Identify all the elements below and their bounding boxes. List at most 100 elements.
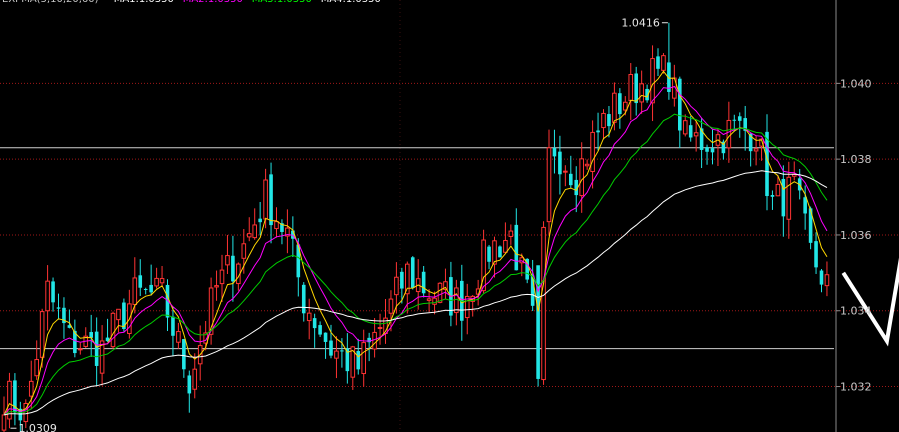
candle-body-up (824, 274, 830, 287)
y-tick-label: 1.032 (840, 381, 872, 394)
candle-body-down (607, 114, 611, 127)
candle-body-up (225, 255, 230, 266)
candle-body-up (503, 240, 508, 253)
candle-body-down (410, 257, 415, 288)
candle-body-up (726, 119, 732, 149)
legend-entry: MA3:1.0350 (252, 0, 312, 5)
candle-body-up (661, 55, 666, 71)
candle-body-down (312, 318, 317, 329)
candle-body-up (437, 282, 443, 303)
candle-body-down (678, 78, 682, 131)
candle-body-up (426, 298, 432, 301)
candle-body-up (192, 368, 198, 390)
candle-body-up (786, 176, 792, 220)
candle-body-down (94, 331, 99, 366)
candle-body-up (159, 278, 165, 284)
candle-body-down (656, 56, 660, 69)
candle-body-down (89, 332, 93, 338)
candle-body-up (590, 131, 595, 173)
y-tick-label: 1.034 (840, 305, 872, 318)
candle-body-down (329, 340, 333, 356)
candle-body-down (705, 147, 709, 152)
y-tick-label: 1.038 (840, 153, 872, 166)
candle-body-up (541, 226, 546, 381)
candle-body-down (558, 151, 562, 175)
candle-body-down (171, 316, 175, 336)
candle-body-down (536, 265, 540, 379)
candle-body-up (432, 297, 437, 305)
candle-body-up (682, 120, 688, 135)
candle-body-up (39, 311, 45, 358)
candle-body-up (252, 224, 257, 239)
candle-body-up (154, 277, 159, 287)
candle-body-up (377, 326, 383, 329)
candle-body-up (508, 230, 514, 237)
candle-body-up (639, 83, 644, 103)
candle-body-down (356, 351, 361, 370)
candle-body-up (241, 243, 247, 259)
candle-body-up (306, 312, 312, 322)
legend-entry: EXPMA(5,10,20,60) (2, 0, 99, 5)
candle-body-up (601, 112, 606, 129)
candle-body-down (618, 93, 622, 115)
candle-body-down (765, 131, 769, 197)
candle-body-up (492, 240, 497, 265)
candle-body-down (51, 281, 55, 303)
candle-body-up (361, 342, 366, 375)
candle-body-up (650, 58, 655, 104)
candle-body-up (116, 308, 121, 321)
candle-body-up (219, 269, 225, 285)
candle-body-down (301, 284, 306, 314)
candle-body-down (596, 130, 600, 133)
candle-body-up (45, 280, 50, 312)
candle-body-up (623, 101, 628, 111)
candle-body-up (546, 147, 552, 223)
candle-body-down (400, 271, 404, 289)
candle-body-down (138, 275, 143, 288)
y-tick-label: 1.036 (840, 229, 872, 242)
candle-body-up (34, 359, 40, 377)
candle-body-up (274, 221, 279, 230)
candle-body-down (323, 332, 328, 342)
annotation-low: 1.0309 (18, 422, 57, 432)
candle-body-down (770, 195, 775, 197)
candle-body-up (753, 148, 759, 152)
candle-body-up (246, 233, 252, 238)
candle-body-up (372, 331, 377, 350)
candle-body-down (487, 246, 491, 262)
candlestick-chart: 1.032 1.034 1.036 1.038 1.040 1.0416 1.0309 E… (0, 0, 899, 432)
candle-body-up (263, 179, 268, 220)
candle-body-down (737, 116, 742, 121)
candle-body-down (421, 271, 426, 294)
candle-body-up (693, 132, 699, 137)
candle-body-up (394, 276, 399, 296)
candle-body-down (710, 148, 715, 153)
candle-body-down (231, 255, 235, 282)
candle-body-up (110, 312, 116, 348)
chart-stage: 1.032 1.034 1.036 1.038 1.040 1.0416 1.0309 E… (0, 0, 899, 432)
candle-body-up (28, 380, 34, 397)
candle-body-up (775, 183, 781, 197)
candle-body-down (269, 174, 273, 226)
legend-entry: MA2:1.0350 (183, 0, 243, 5)
candle-body-up (584, 163, 590, 167)
candle-body-up (388, 298, 394, 314)
candle-body-down (569, 173, 573, 186)
candle-body-down (340, 350, 344, 352)
candle-body-up (334, 350, 339, 359)
legend: EXPMA(5,10,20,60) MA1:1.0350 MA2:1.0350 MA3… (2, 0, 381, 5)
candle-body-down (187, 375, 192, 394)
candle-body-up (612, 92, 617, 123)
candle-body-down (819, 270, 824, 285)
candle-body-down (688, 125, 693, 138)
candle-body-down (149, 284, 153, 293)
candle-body-down (781, 178, 786, 217)
candle-body-down (814, 241, 818, 268)
candle-body-up (1, 414, 7, 431)
candle-body-down (56, 307, 61, 309)
candle-body-down (258, 218, 262, 223)
candle-body-up (563, 170, 568, 173)
candle-body-up (628, 74, 634, 102)
chart-background (0, 0, 899, 432)
candle-body-down (634, 73, 638, 104)
